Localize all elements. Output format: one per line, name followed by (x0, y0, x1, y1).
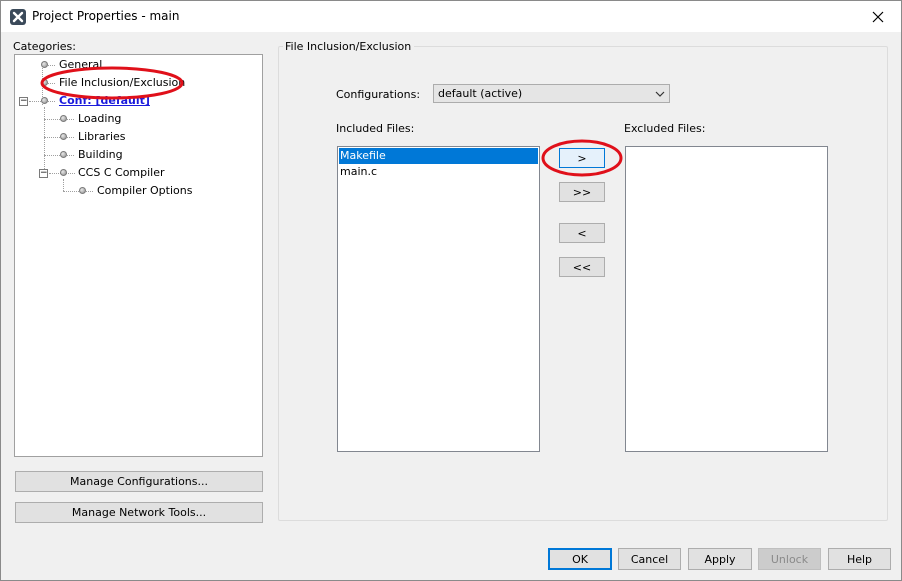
window-title: Project Properties - main (32, 9, 180, 23)
move-left-button[interactable]: < (559, 223, 605, 243)
title-bar: Project Properties - main (1, 1, 901, 32)
tree-node-icon (60, 115, 67, 122)
tree-connector (44, 155, 74, 156)
help-button[interactable]: Help (828, 548, 891, 570)
move-all-right-button[interactable]: >> (559, 182, 605, 202)
tree-item-loading[interactable]: Loading (78, 111, 121, 127)
collapse-compiler-icon[interactable]: − (39, 169, 48, 178)
group-title: File Inclusion/Exclusion (283, 40, 415, 53)
included-files-list[interactable]: Makefile main.c (337, 146, 540, 452)
tree-node-icon (41, 79, 48, 86)
tree-node-icon (60, 133, 67, 140)
tree-connector (63, 191, 93, 192)
tool-icon (10, 9, 26, 25)
move-all-left-button[interactable]: << (559, 257, 605, 277)
configurations-value: default (active) (438, 87, 523, 100)
tree-connector (44, 119, 74, 120)
manage-network-tools-button[interactable]: Manage Network Tools... (15, 502, 263, 523)
project-properties-dialog: Project Properties - main Categories: Ge… (0, 0, 902, 581)
list-item[interactable]: main.c (339, 164, 377, 180)
tree-item-ccs-c-compiler[interactable]: CCS C Compiler (78, 165, 165, 181)
list-item[interactable]: Makefile (339, 148, 538, 164)
chevron-down-icon (655, 91, 665, 97)
categories-tree[interactable]: General File Inclusion/Exclusion − Conf:… (14, 54, 263, 457)
tree-item-building[interactable]: Building (78, 147, 123, 163)
tree-item-general[interactable]: General (59, 57, 102, 73)
tree-node-icon (41, 61, 48, 68)
configurations-select[interactable]: default (active) (433, 84, 670, 103)
manage-configurations-button[interactable]: Manage Configurations... (15, 471, 263, 492)
tree-node-icon (60, 151, 67, 158)
tree-connector (44, 137, 74, 138)
tree-node-icon (60, 169, 67, 176)
close-button[interactable] (855, 1, 901, 32)
collapse-conf-icon[interactable]: − (19, 97, 28, 106)
cancel-button[interactable]: Cancel (618, 548, 681, 570)
configurations-label: Configurations: (336, 88, 421, 101)
tree-item-conf-default[interactable]: Conf: [default] (59, 93, 150, 109)
tree-item-compiler-options[interactable]: Compiler Options (97, 183, 192, 199)
excluded-files-list[interactable] (625, 146, 828, 452)
excluded-files-label: Excluded Files: (624, 122, 706, 135)
tree-connector (63, 179, 64, 191)
unlock-button[interactable]: Unlock (758, 548, 821, 570)
apply-button[interactable]: Apply (688, 548, 752, 570)
tree-node-icon (79, 187, 86, 194)
tree-item-libraries[interactable]: Libraries (78, 129, 126, 145)
included-files-label: Included Files: (336, 122, 415, 135)
close-icon (872, 11, 884, 22)
tree-node-icon (41, 97, 48, 104)
tree-item-file-inclusion-exclusion[interactable]: File Inclusion/Exclusion (59, 75, 185, 91)
categories-label: Categories: (13, 40, 76, 53)
tree-connector (44, 107, 45, 173)
ok-button[interactable]: OK (548, 548, 612, 570)
move-right-button[interactable]: > (559, 148, 605, 168)
